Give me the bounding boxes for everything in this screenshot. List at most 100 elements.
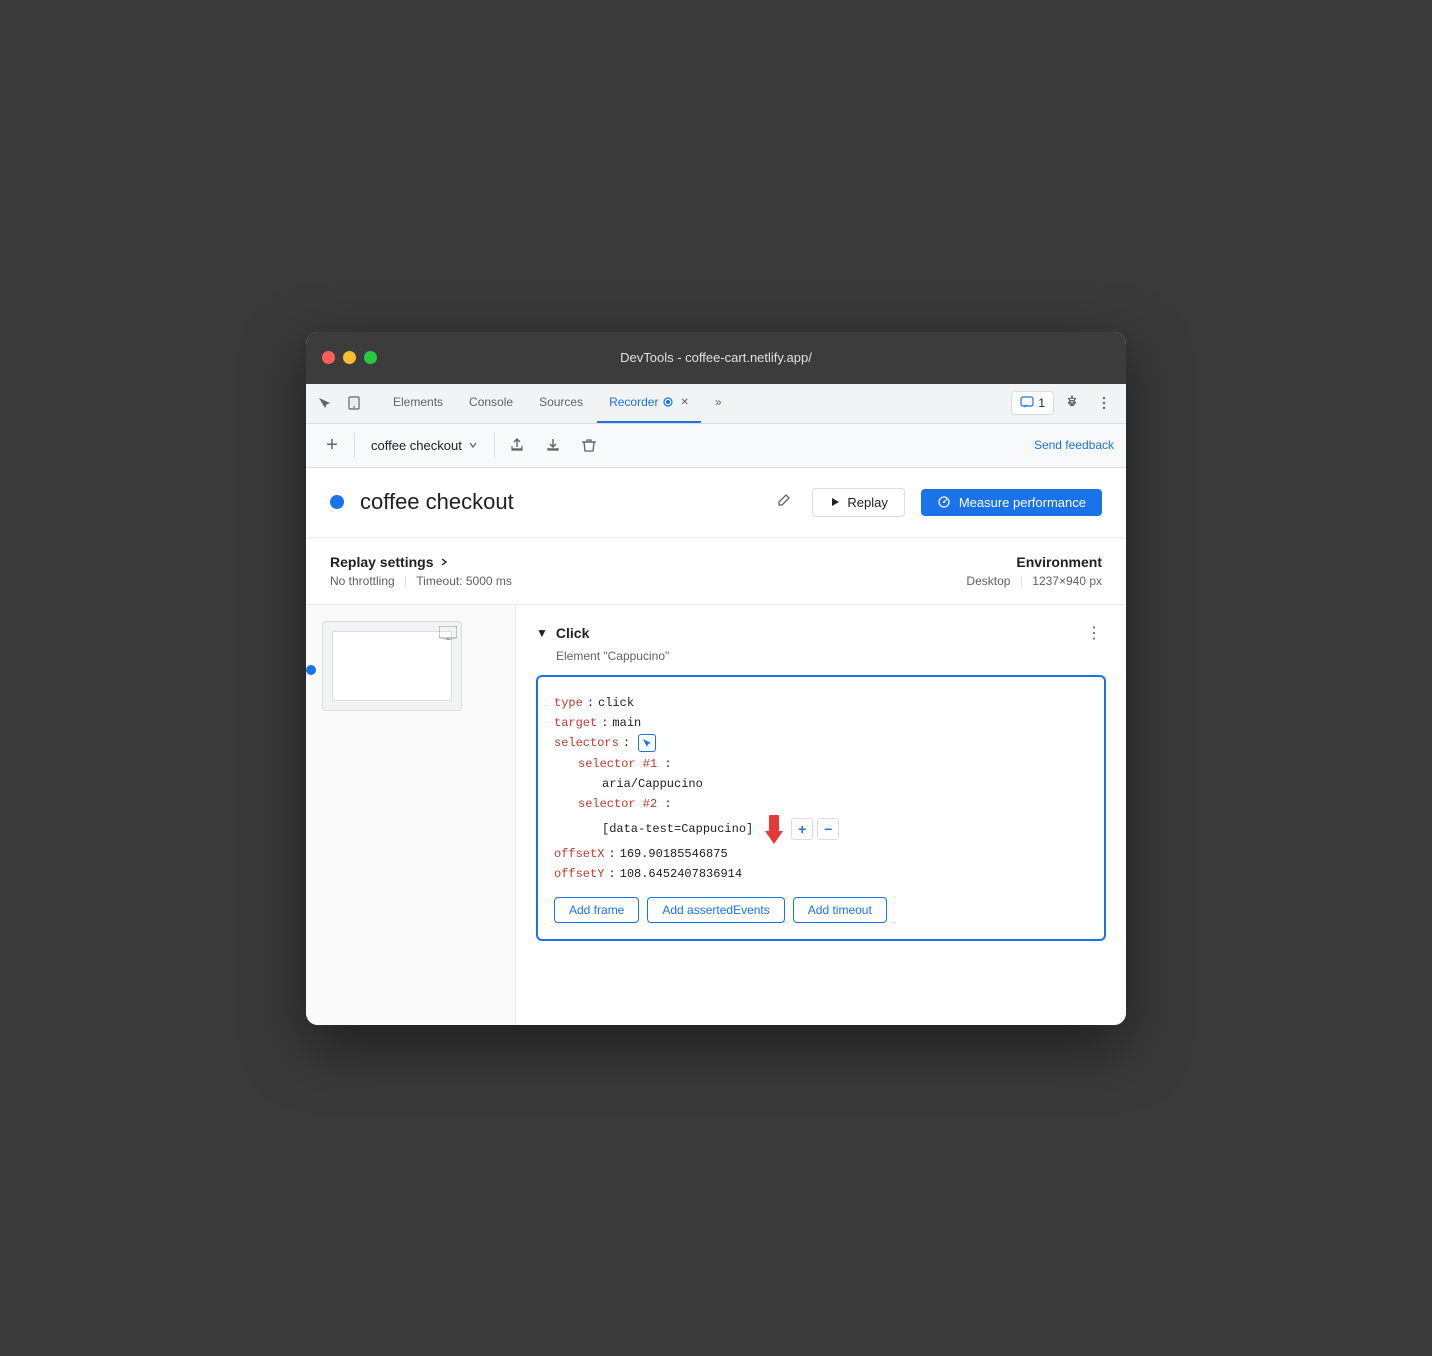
chat-icon <box>1020 396 1034 410</box>
step-detail: ▼ Click ⋮ Element "Cappucino" type : cli… <box>516 605 1126 1025</box>
add-timeout-btn[interactable]: Add timeout <box>793 897 887 923</box>
recorder-main: coffee checkout Replay Measure performan… <box>306 468 1126 1025</box>
type-value: click <box>598 693 634 713</box>
code-line-selector2: selector #2 : <box>554 794 1088 814</box>
devtools-window: DevTools - coffee-cart.netlify.app/ Elem… <box>306 332 1126 1025</box>
add-frame-btn[interactable]: Add frame <box>554 897 639 923</box>
import-btn[interactable] <box>539 431 567 459</box>
action-buttons: Add frame Add assertedEvents Add timeout <box>554 897 1088 923</box>
minimize-button[interactable] <box>343 351 356 364</box>
selector2-value: [data-test=Cappucino] <box>602 819 753 839</box>
target-key: target <box>554 713 597 733</box>
selector1-key: selector #1 <box>578 757 657 771</box>
offsetX-key: offsetX <box>554 844 604 864</box>
tab-more[interactable]: » <box>703 384 734 423</box>
step-menu-btn[interactable]: ⋮ <box>1082 621 1106 645</box>
replay-label: Replay <box>847 495 887 510</box>
replay-settings-title[interactable]: Replay settings <box>330 554 966 570</box>
download-icon <box>545 437 561 453</box>
type-val: : <box>587 693 594 713</box>
play-icon <box>829 496 841 508</box>
selector-tool-icon[interactable] <box>638 734 656 752</box>
selector-add-btn[interactable]: + <box>791 818 813 840</box>
traffic-lights <box>322 351 377 364</box>
replay-btn[interactable]: Replay <box>812 488 904 517</box>
code-line-selector1: selector #1 : <box>554 754 1088 774</box>
tab-console[interactable]: Console <box>457 384 525 423</box>
offsetX-value: 169.90185546875 <box>620 844 728 864</box>
maximize-button[interactable] <box>364 351 377 364</box>
replay-settings-label: Replay settings <box>330 554 433 570</box>
cursor-icon-btn[interactable] <box>310 389 338 417</box>
offsetY-colon: : <box>608 864 615 884</box>
step-preview-inner <box>332 631 452 701</box>
toolbar-divider-1 <box>354 433 355 457</box>
selector1-value: aria/Cappucino <box>602 777 703 791</box>
replay-settings-sub: No throttling | Timeout: 5000 ms <box>330 574 966 588</box>
settings-icon-btn[interactable] <box>1058 389 1086 417</box>
tab-recorder-label: Recorder <box>609 395 658 409</box>
edit-title-icon[interactable] <box>772 488 796 517</box>
env-separator: | <box>1020 574 1023 588</box>
throttling-label: No throttling <box>330 574 395 588</box>
offsetY-value: 108.6452407836914 <box>620 864 742 884</box>
window-title: DevTools - coffee-cart.netlify.app/ <box>620 350 812 365</box>
red-arrow-indicator <box>765 815 783 844</box>
code-block: type : click target : main selectors : <box>536 675 1106 941</box>
gauge-icon <box>937 495 951 509</box>
timeout-label: Timeout: 5000 ms <box>416 574 512 588</box>
devtools-tabs-bar: Elements Console Sources Recorder ✕ » 1 <box>306 384 1126 424</box>
recorder-toolbar: + coffee checkout Send feedback <box>306 424 1126 468</box>
monitor-icon <box>439 626 457 640</box>
env-size: 1237×940 px <box>1032 574 1102 588</box>
code-line-selector1-val: aria/Cappucino <box>554 774 1088 794</box>
steps-area: ▼ Click ⋮ Element "Cappucino" type : cli… <box>306 605 1126 1025</box>
settings-separator: | <box>404 574 407 588</box>
more-options-btn[interactable] <box>1090 389 1118 417</box>
add-recording-btn[interactable]: + <box>318 431 346 459</box>
selector1-colon: : <box>664 757 671 771</box>
add-asserted-events-btn[interactable]: Add assertedEvents <box>647 897 784 923</box>
target-value: main <box>612 713 641 733</box>
three-dots-icon <box>1096 395 1112 411</box>
step-type-label: Click <box>556 625 1074 641</box>
env-type: Desktop <box>966 574 1010 588</box>
chat-badge-count: 1 <box>1038 396 1045 410</box>
close-button[interactable] <box>322 351 335 364</box>
code-line-type: type : click <box>554 693 1088 713</box>
delete-btn[interactable] <box>575 431 603 459</box>
step-preview-row <box>322 621 499 719</box>
trash-icon <box>581 437 597 453</box>
tab-recorder[interactable]: Recorder ✕ <box>597 384 701 423</box>
send-feedback-btn[interactable]: Send feedback <box>1034 438 1114 452</box>
measure-label: Measure performance <box>959 495 1086 510</box>
recording-selector-dropdown[interactable]: coffee checkout <box>363 431 486 459</box>
environment-title: Environment <box>966 554 1102 570</box>
replay-settings-right: Environment Desktop | 1237×940 px <box>966 554 1102 588</box>
tab-elements[interactable]: Elements <box>381 384 455 423</box>
toolbar-divider-2 <box>494 433 495 457</box>
recorder-header: coffee checkout Replay Measure performan… <box>306 468 1126 538</box>
code-line-offsetX: offsetX : 169.90185546875 <box>554 844 1088 864</box>
offsetX-colon: : <box>608 844 615 864</box>
step-thumbnail <box>322 621 462 711</box>
tabs-spacer <box>734 384 1012 423</box>
collapse-step-icon[interactable]: ▼ <box>536 626 548 640</box>
code-line-offsetY: offsetY : 108.6452407836914 <box>554 864 1088 884</box>
upload-icon <box>509 437 525 453</box>
device-icon-btn[interactable] <box>340 389 368 417</box>
selector2-key: selector #2 <box>578 797 657 811</box>
titlebar: DevTools - coffee-cart.netlify.app/ <box>306 332 1126 384</box>
tab-sources[interactable]: Sources <box>527 384 595 423</box>
recording-title: coffee checkout <box>360 489 756 515</box>
chevron-down-icon <box>468 440 478 450</box>
steps-sidebar <box>306 605 516 1025</box>
tab-recorder-close[interactable]: ✕ <box>680 397 688 408</box>
step-dot <box>306 665 316 675</box>
export-btn[interactable] <box>503 431 531 459</box>
measure-performance-btn[interactable]: Measure performance <box>921 489 1102 516</box>
gear-icon <box>1064 395 1080 411</box>
chat-badge-button[interactable]: 1 <box>1011 391 1054 415</box>
offsetY-key: offsetY <box>554 864 604 884</box>
selector-remove-btn[interactable]: − <box>817 818 839 840</box>
